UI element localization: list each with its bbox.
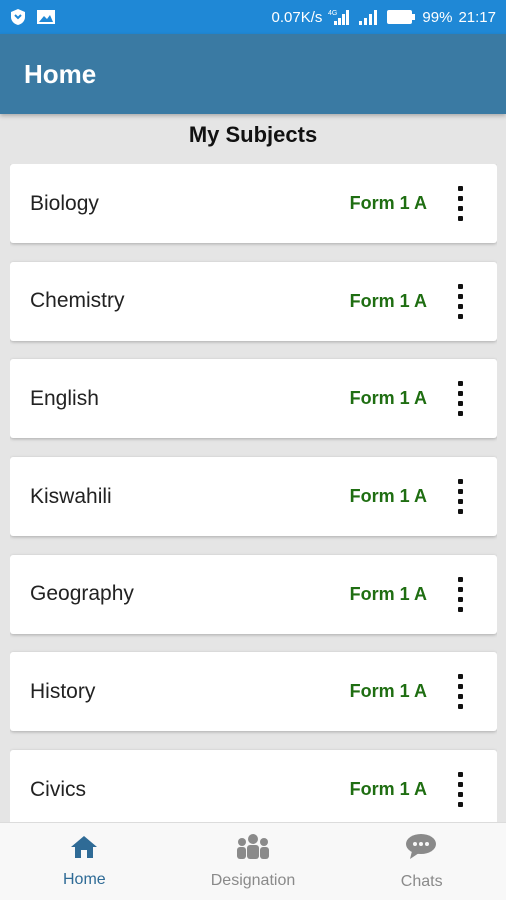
more-options-icon[interactable]	[445, 467, 475, 527]
nav-chats[interactable]: Chats	[337, 823, 506, 900]
subject-card-kiswahili[interactable]: Kiswahili Form 1 A	[10, 457, 497, 537]
more-options-icon[interactable]	[445, 174, 475, 234]
form-label: Form 1 A	[349, 388, 427, 409]
app-bar: Home	[0, 34, 506, 114]
image-icon	[36, 9, 56, 25]
group-icon	[235, 833, 271, 866]
battery-level: 99%	[422, 8, 453, 26]
form-label: Form 1 A	[349, 193, 427, 213]
subject-name: Geography	[30, 582, 134, 606]
network-type: 4G	[328, 10, 337, 17]
form-label: Form 1 A	[349, 681, 427, 702]
subject-card-history[interactable]: History Form 1 A	[10, 652, 497, 732]
nav-designation-label: Designation	[210, 872, 296, 889]
more-options-icon[interactable]	[445, 760, 475, 820]
subject-name: English	[30, 386, 99, 410]
form-label: Form 1 A	[349, 486, 427, 507]
subject-card-civics[interactable]: Civics Form 1 A	[10, 750, 497, 822]
nav-chats-label: Chats	[400, 873, 443, 890]
subject-name: Biology	[30, 191, 99, 215]
chat-icon	[404, 832, 440, 867]
subject-name: Chemistry	[30, 289, 125, 313]
subject-card-english[interactable]: English Form 1 A	[10, 359, 497, 439]
page-title: Home	[24, 58, 97, 89]
more-options-icon[interactable]	[445, 271, 475, 331]
subject-name: Civics	[30, 777, 86, 801]
more-options-icon[interactable]	[445, 564, 475, 624]
nav-home-label: Home	[62, 871, 106, 888]
subject-card-chemistry[interactable]: Chemistry Form 1 A	[10, 261, 497, 341]
form-label: Form 1 A	[349, 583, 427, 604]
network-speed: 0.07K/s	[271, 8, 323, 26]
form-label: Form 1 A	[349, 779, 427, 800]
status-bar: 0.07K/s 4G 99% 21:17	[0, 0, 506, 34]
subject-name: Kiswahili	[30, 484, 112, 508]
status-right: 0.07K/s 4G 99% 21:17	[272, 8, 496, 26]
form-label: Form 1 A	[349, 290, 427, 311]
nav-designation[interactable]: Designation	[169, 823, 338, 900]
more-options-icon[interactable]	[445, 369, 475, 429]
shield-icon	[10, 8, 26, 26]
subject-name: History	[30, 679, 96, 703]
battery-icon	[386, 9, 416, 25]
signal-4g-icon: 4G	[328, 8, 352, 26]
subject-card-biology[interactable]: Biology Form 1 A	[10, 164, 497, 243]
signal-icon	[358, 8, 380, 26]
status-left	[10, 8, 56, 26]
section-title: My Subjects	[188, 122, 318, 147]
clock: 21:17	[458, 8, 496, 26]
subject-card-geography[interactable]: Geography Form 1 A	[10, 554, 497, 634]
more-options-icon[interactable]	[445, 662, 475, 722]
home-icon	[69, 834, 99, 865]
subject-list: Biology Form 1 A Chemistry Form 1 A Engl…	[10, 164, 497, 822]
bottom-nav: Home Designation Chats	[0, 822, 506, 900]
nav-home[interactable]: Home	[0, 823, 169, 900]
